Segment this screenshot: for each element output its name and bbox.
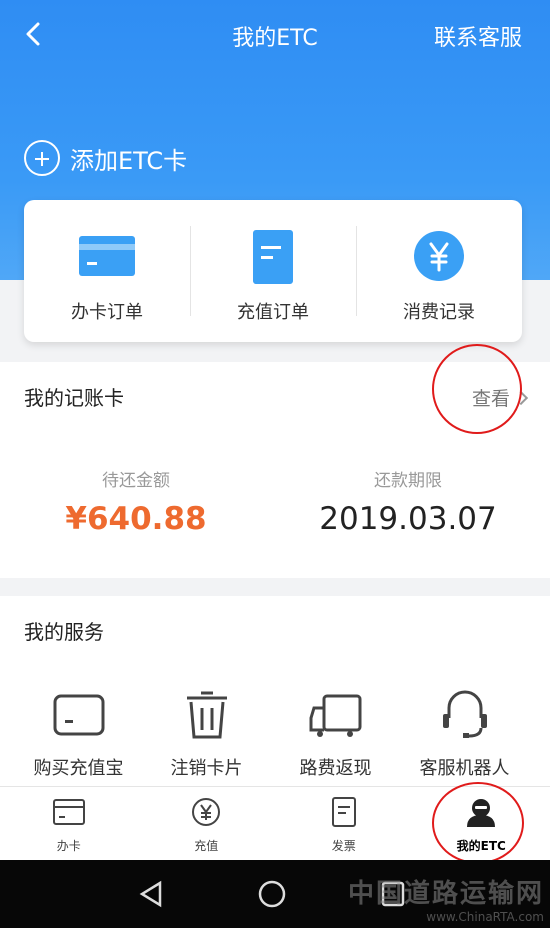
top-bar: 我的ETC 联系客服 [0, 0, 550, 70]
services-title: 我的服务 [24, 620, 104, 644]
invoice-icon [331, 797, 356, 827]
plus-circle-icon [24, 140, 60, 176]
yuan-icon [414, 231, 464, 281]
nav-back-icon[interactable] [138, 880, 164, 908]
tab-invoice[interactable]: 发票 [275, 787, 413, 860]
quick-recharge-orders[interactable]: 充值订单 [190, 200, 356, 342]
trash-icon [186, 691, 227, 739]
device-icon [53, 694, 104, 736]
due-date-block: 还款期限 2019.03.07 [288, 466, 528, 537]
quick-label: 消费记录 [403, 302, 475, 323]
watermark: 中国道路运输网 www.ChinaRTA.com [348, 873, 544, 924]
quick-consumption-records[interactable]: 消费记录 [356, 200, 522, 342]
service-item-toll-cashback[interactable]: 路费返现 [267, 690, 404, 780]
headset-icon [442, 690, 487, 738]
yuan-icon [192, 798, 221, 826]
tab-label: 充值 [194, 839, 219, 853]
due-amount-value: ¥640.88 [65, 501, 207, 537]
credit-card-title: 我的记账卡 [24, 386, 124, 410]
system-nav-bar: 中国道路运输网 www.ChinaRTA.com [0, 860, 550, 928]
quick-card-orders[interactable]: 办卡订单 [24, 200, 190, 342]
truck-icon [309, 694, 361, 737]
due-amount-block: 待还金额 ¥640.88 [16, 466, 256, 537]
quick-actions-card: 办卡订单 充值订单 消费记录 [24, 200, 522, 342]
quick-label: 办卡订单 [71, 302, 143, 323]
nav-home-icon[interactable] [257, 879, 287, 909]
due-date-label: 还款期限 [374, 471, 442, 491]
watermark-url: www.ChinaRTA.com [426, 910, 544, 924]
tab-apply-card[interactable]: 办卡 [0, 787, 138, 860]
due-amount-label: 待还金额 [102, 471, 170, 491]
service-item-buy-recharger[interactable]: 购买充值宝 [10, 690, 147, 780]
due-date-value: 2019.03.07 [319, 501, 497, 537]
quick-label: 充值订单 [237, 302, 309, 323]
watermark-title: 中国道路运输网 [347, 879, 544, 909]
tab-recharge[interactable]: 充值 [138, 787, 276, 860]
service-item-support-robot[interactable]: 客服机器人 [396, 690, 533, 780]
add-etc-card-button[interactable]: 添加ETC卡 [24, 140, 187, 176]
service-label: 注销卡片 [170, 758, 243, 779]
card-icon [79, 236, 135, 276]
service-label: 客服机器人 [419, 758, 510, 779]
service-label: 购买充值宝 [33, 758, 124, 779]
tab-label: 发票 [331, 839, 356, 853]
service-label: 路费返现 [299, 758, 372, 779]
document-icon [253, 230, 293, 284]
service-item-cancel-card[interactable]: 注销卡片 [138, 690, 275, 780]
annotation-circle [432, 344, 522, 434]
contact-service-link[interactable]: 联系客服 [434, 20, 522, 52]
card-icon [52, 799, 85, 825]
annotation-circle [432, 782, 524, 864]
tab-label: 办卡 [56, 839, 81, 853]
add-etc-card-label: 添加ETC卡 [70, 146, 188, 175]
